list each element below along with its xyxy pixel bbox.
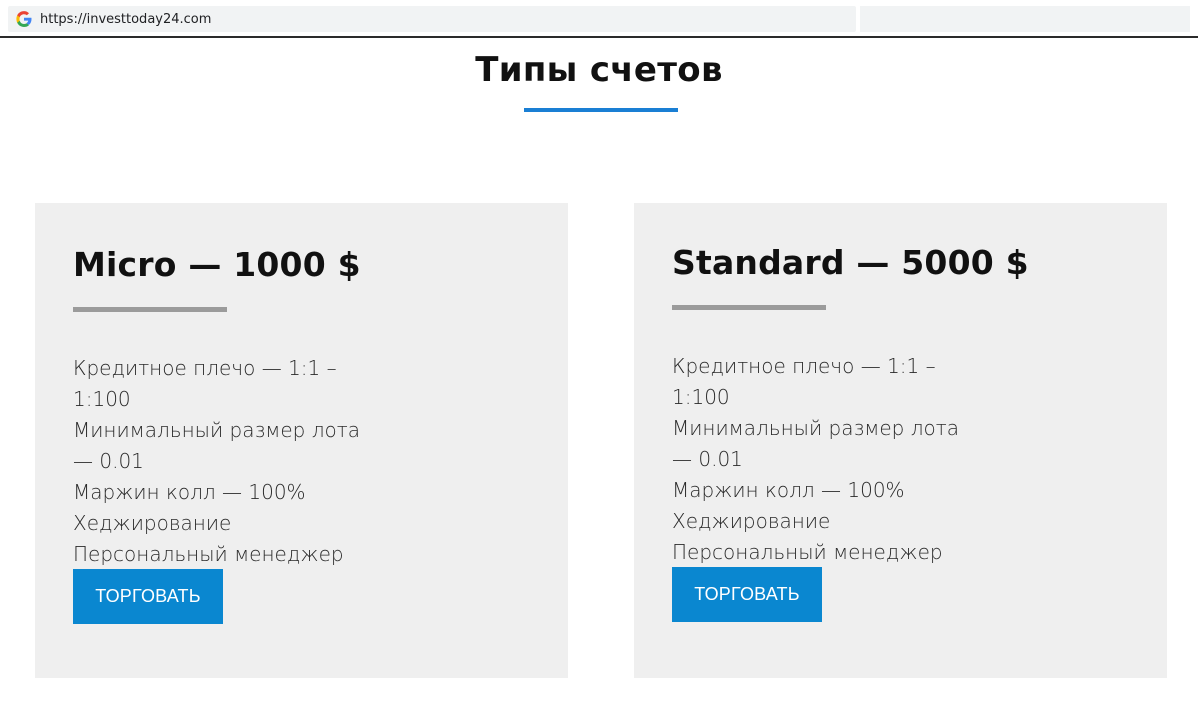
feature-item: — 0.01 [672, 447, 743, 471]
account-card-micro: Micro — 1000 $ Кредитное плечо — 1:1 –1:… [35, 203, 568, 678]
feature-item: — 0.01 [73, 449, 144, 473]
section-title: Типы счетов [475, 50, 723, 90]
feature-item: Минимальный размер лота [672, 416, 959, 440]
card-title: Standard — 5000 $ [672, 243, 1029, 282]
toolbar-right-area [860, 6, 1190, 32]
card-divider [672, 305, 826, 310]
feature-item: Минимальный размер лота [73, 418, 360, 442]
feature-list: Кредитное плечо — 1:1 –1:100 Минимальный… [73, 353, 393, 570]
account-card-standard: Standard — 5000 $ Кредитное плечо — 1:1 … [634, 203, 1167, 678]
feature-item: Персональный менеджер [73, 542, 344, 566]
trade-button[interactable]: ТОРГОВАТЬ [672, 567, 822, 622]
title-underline [524, 108, 678, 112]
feature-item: Кредитное плечо — 1:1 –1:100 [73, 356, 337, 411]
feature-item: Кредитное плечо — 1:1 –1:100 [672, 354, 936, 409]
url-text[interactable]: https://investtoday24.com [40, 12, 211, 27]
feature-item: Хеджирование [672, 509, 831, 533]
address-bar[interactable]: https://investtoday24.com [8, 6, 856, 32]
feature-item: Маржин колл — 100% [73, 480, 306, 504]
card-title: Micro — 1000 $ [73, 245, 361, 284]
feature-item: Маржин колл — 100% [672, 478, 905, 502]
feature-list: Кредитное плечо — 1:1 –1:100 Минимальный… [672, 351, 992, 568]
feature-item: Хеджирование [73, 511, 232, 535]
browser-toolbar: https://investtoday24.com [0, 0, 1198, 38]
google-g-icon [16, 11, 32, 27]
card-divider [73, 307, 227, 312]
trade-button[interactable]: ТОРГОВАТЬ [73, 569, 223, 624]
feature-item: Персональный менеджер [672, 540, 943, 564]
